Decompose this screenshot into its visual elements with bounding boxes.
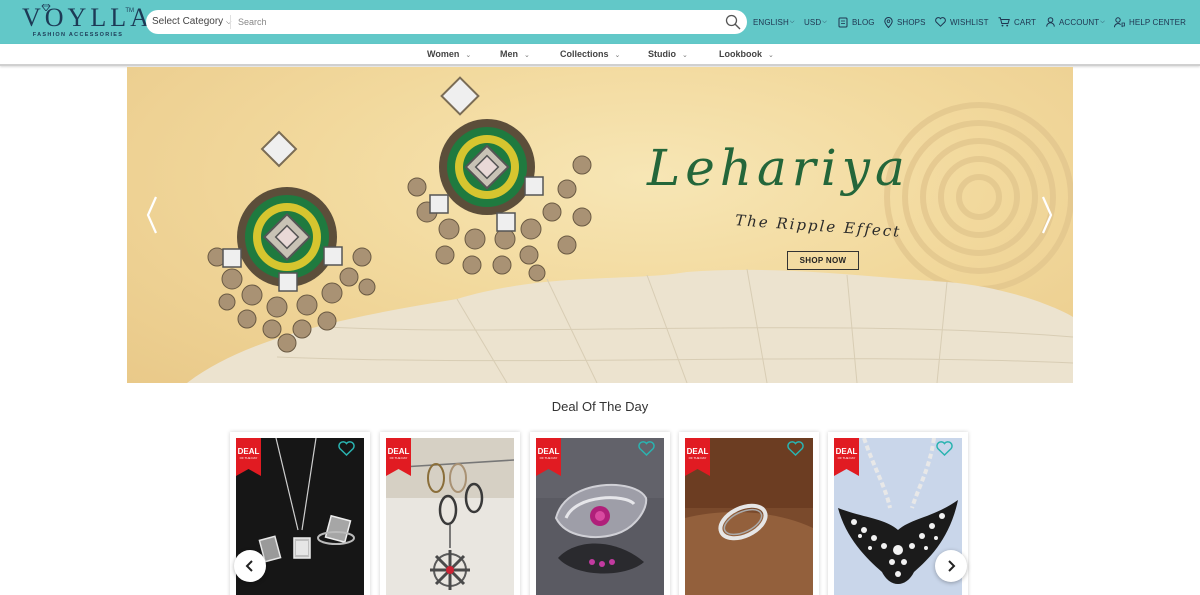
- deal-badge-sub: OF THE DAY: [389, 456, 408, 460]
- currency-label: USD: [804, 17, 822, 27]
- heart-icon: [935, 17, 946, 27]
- blog-label: BLOG: [852, 17, 875, 27]
- heart-icon[interactable]: [338, 441, 355, 456]
- deal-badge-label: DEAL: [686, 447, 709, 456]
- user-icon: [1046, 17, 1055, 27]
- cart-label: CART: [1014, 17, 1037, 27]
- account-menu[interactable]: ACCOUNT ⌵: [1046, 0, 1105, 44]
- deal-badge-sub: OF THE DAY: [239, 456, 258, 460]
- nav-item-label: Collections: [560, 49, 609, 59]
- deal-badge-sub: OF THE DAY: [688, 456, 707, 460]
- category-select-label: Select Category: [152, 16, 224, 27]
- help-label: HELP CENTER: [1129, 17, 1186, 27]
- chevron-left-icon[interactable]: [145, 195, 159, 235]
- wishlist-label: WISHLIST: [950, 17, 989, 27]
- account-label: ACCOUNT: [1059, 17, 1100, 27]
- top-header: VOYLLA TM FASHION ACCESSORIES Select Cat…: [0, 0, 1200, 44]
- search-bar: Select Category ⌵: [146, 10, 747, 34]
- chevron-down-icon: ⌄: [614, 52, 621, 59]
- nav-item-lookbook[interactable]: Lookbook ⌄: [719, 44, 774, 64]
- chevron-down-icon: ⌄: [682, 52, 688, 59]
- product-card[interactable]: DEAL OF THE DAY: [530, 432, 670, 595]
- hero-banner[interactable]: Lehariya The Ripple Effect SHOP NOW: [127, 67, 1073, 383]
- product-card[interactable]: DEAL OF THE DAY: [380, 432, 520, 595]
- chevron-down-icon: ⌄: [768, 52, 774, 59]
- heart-icon[interactable]: [787, 441, 804, 456]
- chevron-down-icon: ⌵: [1100, 18, 1105, 25]
- heart-icon[interactable]: [936, 441, 953, 456]
- deals-prev-button[interactable]: [234, 550, 266, 582]
- heart-icon[interactable]: [638, 441, 655, 456]
- nav-item-women[interactable]: Women ⌄: [427, 44, 471, 64]
- shops-label: SHOPS: [897, 17, 926, 27]
- hero-title: Lehariya: [647, 139, 910, 197]
- search-input[interactable]: [238, 13, 708, 31]
- chevron-down-icon: ⌄: [465, 52, 472, 59]
- shops-link[interactable]: SHOPS: [884, 0, 926, 44]
- currency-selector[interactable]: USD ⌵: [804, 0, 827, 44]
- logo-gem-icon: [41, 4, 51, 11]
- wishlist-link[interactable]: WISHLIST: [935, 0, 989, 44]
- help-icon: [1114, 16, 1125, 27]
- blog-icon: [838, 17, 848, 27]
- chevron-left-icon: [245, 560, 253, 572]
- brand-logo[interactable]: VOYLLA TM FASHION ACCESSORIES: [22, 3, 153, 41]
- search-icon[interactable]: [725, 14, 741, 30]
- chevron-down-icon: ⌵: [789, 18, 795, 25]
- nav-item-label: Lookbook: [719, 49, 762, 59]
- cart-icon: [998, 17, 1010, 27]
- product-card[interactable]: DEAL OF THE DAY: [679, 432, 819, 595]
- nav-item-label: Men: [500, 49, 518, 59]
- chevron-right-icon[interactable]: [1040, 195, 1054, 235]
- deal-badge-sub: OF THE DAY: [539, 456, 558, 460]
- earring-right: [407, 76, 592, 282]
- deal-of-the-day-heading: Deal Of The Day: [551, 399, 649, 414]
- hero-background-art: [187, 76, 1073, 383]
- search-divider: [230, 15, 231, 29]
- brand-tm: TM: [125, 8, 134, 14]
- map-pin-icon: [884, 16, 893, 28]
- nav-item-label: Women: [427, 49, 460, 59]
- nav-item-collections[interactable]: Collections ⌄: [560, 44, 620, 64]
- nav-item-studio[interactable]: Studio ⌄: [648, 44, 688, 64]
- deal-badge-label: DEAL: [835, 447, 858, 456]
- chevron-down-icon: ⌄: [524, 52, 530, 59]
- deals-next-button[interactable]: [935, 550, 967, 582]
- cart-link[interactable]: CART: [998, 0, 1036, 44]
- category-select[interactable]: Select Category ⌵: [151, 10, 231, 34]
- deal-badge-label: DEAL: [537, 447, 560, 456]
- shop-now-button[interactable]: SHOP NOW: [787, 251, 859, 270]
- chevron-down-icon: ⌵: [822, 18, 827, 25]
- deal-badge-label: DEAL: [387, 447, 410, 456]
- deal-badge-sub: OF THE DAY: [837, 456, 856, 460]
- language-selector[interactable]: ENGLISH ⌵: [753, 0, 794, 44]
- chevron-right-icon: [948, 560, 956, 572]
- brand-tagline: FASHION ACCESSORIES: [32, 32, 124, 38]
- language-label: ENGLISH: [753, 17, 789, 27]
- deal-badge-label: DEAL: [237, 447, 260, 456]
- category-nav: Women ⌄ Men ⌄ Collections ⌄ Studio ⌄ Lookboo…: [0, 44, 1200, 66]
- nav-item-label: Studio: [648, 49, 676, 59]
- blog-link[interactable]: BLOG: [838, 0, 875, 44]
- help-center-link[interactable]: HELP CENTER: [1114, 0, 1186, 44]
- nav-item-men[interactable]: Men ⌄: [500, 44, 530, 64]
- brand-name: VOYLLA: [22, 3, 153, 32]
